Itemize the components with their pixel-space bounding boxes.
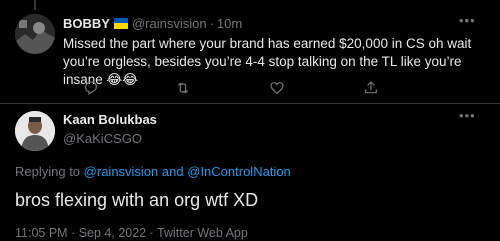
more-icon[interactable]: •••	[459, 108, 476, 123]
author-name[interactable]: Kaan Bolukbas	[63, 112, 157, 127]
reply-icon[interactable]	[83, 80, 99, 96]
replying-and[interactable]: and	[162, 164, 184, 179]
share-icon[interactable]	[363, 80, 379, 96]
separator: ·	[71, 226, 76, 240]
more-icon[interactable]: •••	[459, 13, 476, 28]
replying-prefix: Replying to	[15, 164, 81, 179]
reply-tweet[interactable]: BOBBY @rainsvision · 10m ••• Missed the …	[0, 0, 500, 104]
ukraine-flag-icon	[113, 17, 128, 29]
author-handle[interactable]: @KaKiCSGO	[63, 131, 142, 146]
avatar[interactable]	[15, 14, 55, 54]
reply-header: BOBBY @rainsvision · 10m	[63, 14, 242, 32]
tweet-source[interactable]: Twitter Web App	[157, 226, 248, 240]
tweet-text: bros flexing with an org wtf XD	[15, 190, 259, 210]
replying-to: Replying to @rainsvision and @InControlN…	[15, 164, 291, 179]
tweet-date[interactable]: Sep 4, 2022	[79, 226, 146, 240]
separator: ·	[209, 15, 214, 31]
tweet-meta: 11:05 PM · Sep 4, 2022 · Twitter Web App	[15, 226, 248, 240]
avatar[interactable]	[15, 111, 55, 151]
mention-link[interactable]: @InControlNation	[187, 164, 291, 179]
tweet-time[interactable]: 11:05 PM	[15, 226, 68, 240]
action-bar	[63, 80, 483, 96]
avatar-image	[15, 14, 55, 54]
separator: ·	[149, 226, 154, 240]
mention-link[interactable]: @rainsvision	[84, 164, 159, 179]
author-name[interactable]: BOBBY	[63, 16, 110, 31]
like-icon[interactable]	[269, 80, 285, 96]
retweet-icon[interactable]	[175, 80, 191, 96]
author-handle[interactable]: @rainsvision	[132, 16, 207, 31]
avatar-image	[15, 111, 55, 151]
timestamp[interactable]: 10m	[217, 16, 242, 31]
